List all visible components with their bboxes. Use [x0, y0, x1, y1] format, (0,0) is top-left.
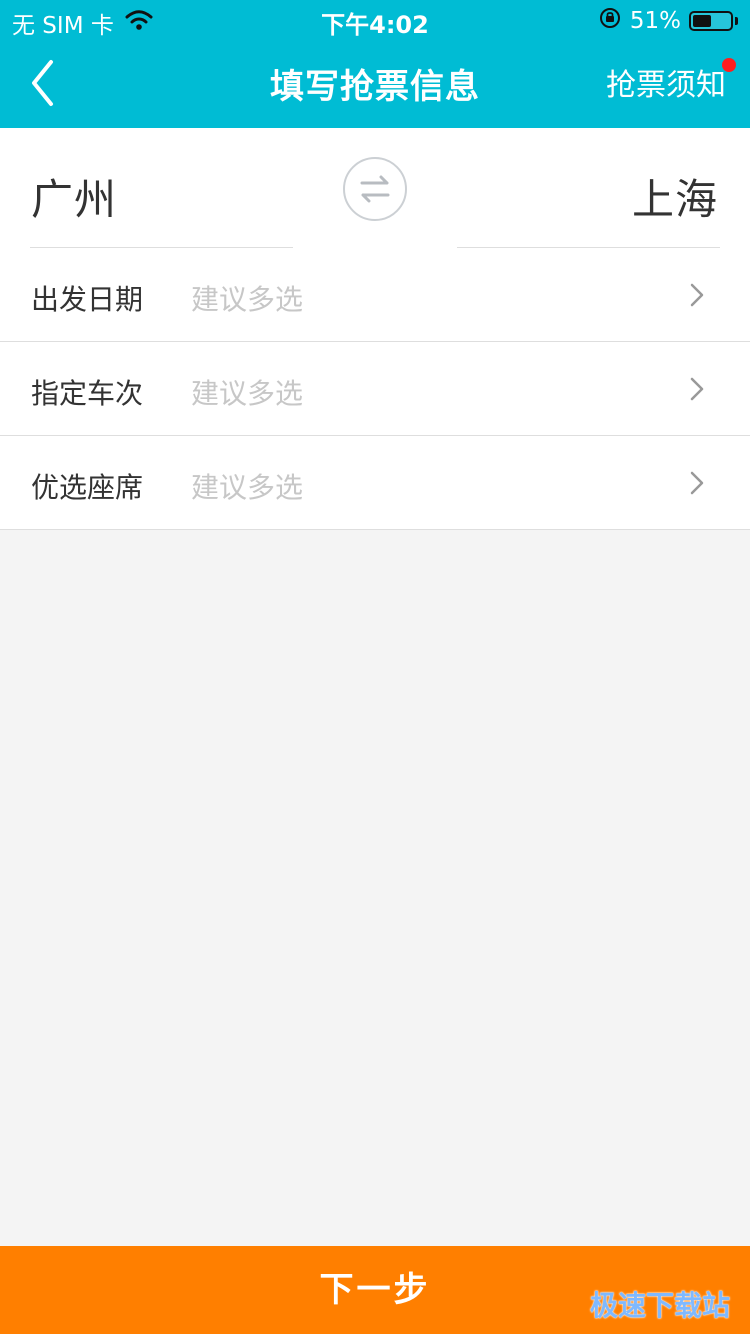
swap-stations-button[interactable] — [343, 157, 407, 221]
chevron-right-icon — [688, 468, 706, 498]
rotation-lock-icon — [598, 6, 622, 36]
navigation-bar: 填写抢票信息 抢票须知 — [0, 40, 750, 128]
status-right: 51% — [598, 6, 738, 36]
chevron-right-icon — [688, 374, 706, 404]
route-selector: 广州 上海 — [0, 128, 750, 248]
train-number-placeholder: 建议多选 — [191, 377, 304, 410]
departure-date-row[interactable]: 出发日期 建议多选 — [0, 248, 750, 342]
preferred-seat-row[interactable]: 优选座席 建议多选 — [0, 436, 750, 530]
departure-date-placeholder: 建议多选 — [191, 283, 304, 316]
chevron-right-icon — [688, 280, 706, 310]
departure-city[interactable]: 广州 — [31, 166, 117, 227]
battery-level-fill — [693, 15, 711, 27]
departure-date-label: 出发日期 — [31, 283, 144, 316]
arrival-city[interactable]: 上海 — [632, 166, 718, 227]
status-bar: 无 SIM 卡 下午4:02 51% — [0, 0, 750, 40]
battery-tip — [735, 17, 738, 25]
notification-dot — [722, 58, 736, 72]
preferred-seat-label: 优选座席 — [31, 471, 144, 504]
top-bar: 无 SIM 卡 下午4:02 51% 填写抢票信息 抢票须知 — [0, 0, 750, 128]
watermark-text: 极速下载站 — [589, 1289, 730, 1322]
ticket-options-list: 出发日期 建议多选 指定车次 建议多选 优选座席 建议多选 — [0, 248, 750, 530]
preferred-seat-placeholder: 建议多选 — [191, 471, 304, 504]
train-number-label: 指定车次 — [31, 377, 144, 410]
bottom-action-bar: 下一步 极速下载站 — [0, 1246, 750, 1334]
swap-arrows-icon — [345, 175, 405, 222]
battery-icon — [689, 11, 733, 31]
ticket-notice-link[interactable]: 抢票须知 — [606, 58, 736, 104]
battery-percent: 51% — [629, 8, 681, 34]
train-number-row[interactable]: 指定车次 建议多选 — [0, 342, 750, 436]
ticket-notice-label: 抢票须知 — [606, 68, 726, 103]
